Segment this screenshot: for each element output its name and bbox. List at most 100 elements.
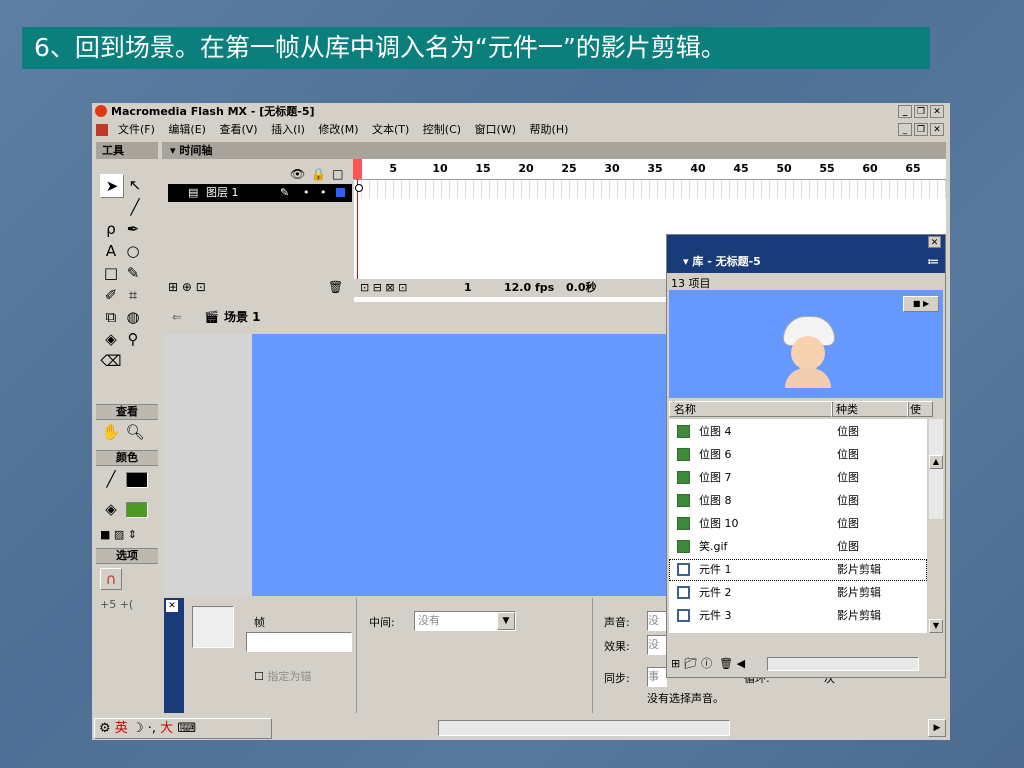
smooth-straighten-icon[interactable]: +5 +( (100, 598, 133, 611)
view-section-label: 查看 (96, 404, 158, 420)
ime-bar[interactable]: ⚙ 英 ☽ ·, 大 ⌨ (94, 718, 272, 739)
playhead[interactable] (353, 159, 362, 179)
library-panel: ✕ ▾ 库 - 无标题-5 ≔ 13 项目 ■ ▶ 名称 种类 使 位图 4 位图… (666, 234, 946, 678)
frame-number: 60 (862, 162, 878, 175)
scroll-right-button[interactable]: ▶ (928, 719, 946, 737)
menu-view[interactable]: 查看(V) (219, 123, 257, 136)
library-header[interactable]: ▾ 库 - 无标题-5 ≔ (667, 251, 945, 273)
library-item[interactable]: 元件 2 影片剪辑 (669, 582, 927, 604)
library-footer-icons[interactable]: ⊞ 📁︎ ⓘ 🗑︎ ◀ (671, 655, 745, 671)
pen-tool-icon[interactable]: ✒ (122, 218, 144, 240)
layer-list: 👁🔒□ ▤ 图层 1 ✎ • • ⊞ ⊕ ⊡ 🗑︎ (162, 159, 354, 302)
anchor-checkbox[interactable]: ☐ 指定为锚 (254, 668, 311, 684)
menu-text[interactable]: 文本(T) (372, 123, 409, 136)
library-item-name: 位图 4 (699, 425, 732, 438)
subselect-tool-icon[interactable]: ↖ (124, 174, 146, 196)
library-preview: ■ ▶ (669, 290, 943, 398)
movieclip-icon (677, 609, 690, 622)
library-item[interactable]: 位图 8 位图 (669, 490, 927, 512)
column-name[interactable]: 名称 (669, 401, 833, 417)
layer-row[interactable]: ▤ 图层 1 ✎ • • (168, 184, 352, 202)
library-title-bar[interactable]: ✕ (667, 235, 945, 251)
doc-minimize-button[interactable]: _ (898, 123, 912, 136)
text-tool-icon[interactable]: A (100, 240, 122, 262)
column-usage[interactable]: 使 (907, 401, 933, 417)
menu-control[interactable]: 控制(C) (423, 123, 461, 136)
library-options-icon[interactable]: ≔ (927, 251, 939, 273)
frame-row[interactable] (354, 180, 946, 198)
bitmap-icon (677, 471, 690, 484)
free-transform-tool-icon[interactable]: ⌗ (122, 284, 144, 306)
scroll-thumb[interactable] (929, 519, 943, 619)
library-item-kind: 影片剪辑 (837, 586, 881, 599)
ink-bottle-tool-icon[interactable]: ◍ (122, 306, 144, 328)
library-item[interactable]: 元件 3 影片剪辑 (669, 605, 927, 627)
tween-select[interactable]: 没有 ▼ (414, 611, 516, 631)
arrow-tool-icon[interactable]: ➤ (100, 174, 124, 198)
sound-select[interactable]: 没 (647, 611, 667, 631)
column-kind[interactable]: 种类 (831, 401, 909, 417)
fill-color-swatch[interactable] (126, 502, 148, 518)
ime-punct-icon: ·, (147, 721, 157, 736)
library-list[interactable]: 位图 4 位图 位图 6 位图 位图 7 位图 位图 8 位图 位图 10 位图 笑.gif 位图 元件… (669, 419, 927, 633)
back-arrow-icon[interactable]: ⇐ (172, 303, 182, 331)
add-layer-icons[interactable]: ⊞ ⊕ ⊡ (168, 280, 206, 294)
menu-modify[interactable]: 修改(M) (318, 123, 358, 136)
effect-select[interactable]: 没 (647, 635, 667, 655)
frame-label-input[interactable] (246, 632, 352, 652)
menu-edit[interactable]: 编辑(E) (168, 123, 206, 136)
ime-keyboard-icon: ⌨ (177, 721, 197, 736)
menu-file[interactable]: 文件(F) (118, 123, 155, 136)
brush-tool-icon[interactable]: ✐ (100, 284, 122, 306)
menu-insert[interactable]: 插入(I) (271, 123, 305, 136)
close-button[interactable]: ✕ (930, 105, 944, 118)
library-item[interactable]: 笑.gif 位图 (669, 536, 927, 558)
scroll-down-icon[interactable]: ▼ (929, 619, 943, 633)
library-item[interactable]: 位图 4 位图 (669, 421, 927, 443)
menu-help[interactable]: 帮助(H) (530, 123, 569, 136)
frame-number: 65 (905, 162, 921, 175)
horizontal-scrollbar[interactable] (438, 720, 730, 736)
library-scrollbar[interactable]: ▲ ▼ (929, 419, 943, 633)
bitmap-icon (677, 448, 690, 461)
magnet-icon[interactable]: ∩ (100, 568, 122, 590)
tools-panel-title[interactable]: 工具 (96, 142, 158, 159)
paint-bucket-tool-icon[interactable]: ◈ (100, 328, 122, 350)
doc-restore-button[interactable]: ❐ (914, 123, 928, 136)
library-item[interactable]: 位图 7 位图 (669, 467, 927, 489)
library-item[interactable]: 位图 6 位图 (669, 444, 927, 466)
zoom-tool-icon[interactable]: 🔍︎ (124, 421, 146, 443)
layer-header-icons[interactable]: 👁🔒□ (290, 167, 350, 181)
library-close-button[interactable]: ✕ (928, 236, 941, 248)
doc-close-button[interactable]: ✕ (930, 123, 944, 136)
scroll-up-icon[interactable]: ▲ (929, 455, 943, 469)
eraser-tool-icon[interactable]: ⌫ (100, 350, 122, 372)
delete-layer-icon[interactable]: 🗑︎ (328, 280, 343, 294)
preview-play-controls[interactable]: ■ ▶ (903, 296, 939, 312)
library-item[interactable]: 元件 1 影片剪辑 (669, 559, 927, 581)
fill-transform-tool-icon[interactable]: ⧉ (100, 306, 122, 328)
minimize-button[interactable]: _ (898, 105, 912, 118)
menu-window[interactable]: 窗口(W) (475, 123, 516, 136)
hand-tool-icon[interactable]: ✋ (100, 421, 122, 443)
oval-tool-icon[interactable]: ○ (122, 240, 144, 262)
stroke-color-swatch[interactable] (126, 472, 148, 488)
library-hscrollbar[interactable] (767, 657, 919, 671)
sync-select[interactable]: 事件 (647, 667, 667, 687)
rectangle-tool-icon[interactable]: □ (100, 262, 122, 284)
library-item-kind: 位图 (837, 540, 859, 553)
layer-name: 图层 1 (206, 186, 239, 199)
frame-label: 帧 (254, 616, 265, 629)
restore-button[interactable]: ❐ (914, 105, 928, 118)
line-tool-icon[interactable]: ╱ (124, 196, 146, 218)
timeline-panel-title[interactable]: ▾ 时间轴 (162, 142, 946, 159)
onion-skin-icons[interactable]: ⊡ ⊟ ⊠ ⊡ (360, 279, 407, 297)
bottom-bar: ⚙ 英 ☽ ·, 大 ⌨ ▶ (92, 716, 950, 740)
eyedropper-tool-icon[interactable]: ⚲ (122, 328, 144, 350)
lasso-tool-icon[interactable]: ρ (100, 218, 122, 240)
properties-close-icon[interactable]: ✕ (166, 600, 178, 612)
pencil-tool-icon[interactable]: ✎ (122, 262, 144, 284)
color-options-icon[interactable]: ■ ▨ ⇕ (100, 528, 137, 541)
frame-ruler[interactable]: 15101520253035404550556065 (354, 159, 946, 180)
library-item[interactable]: 位图 10 位图 (669, 513, 927, 535)
